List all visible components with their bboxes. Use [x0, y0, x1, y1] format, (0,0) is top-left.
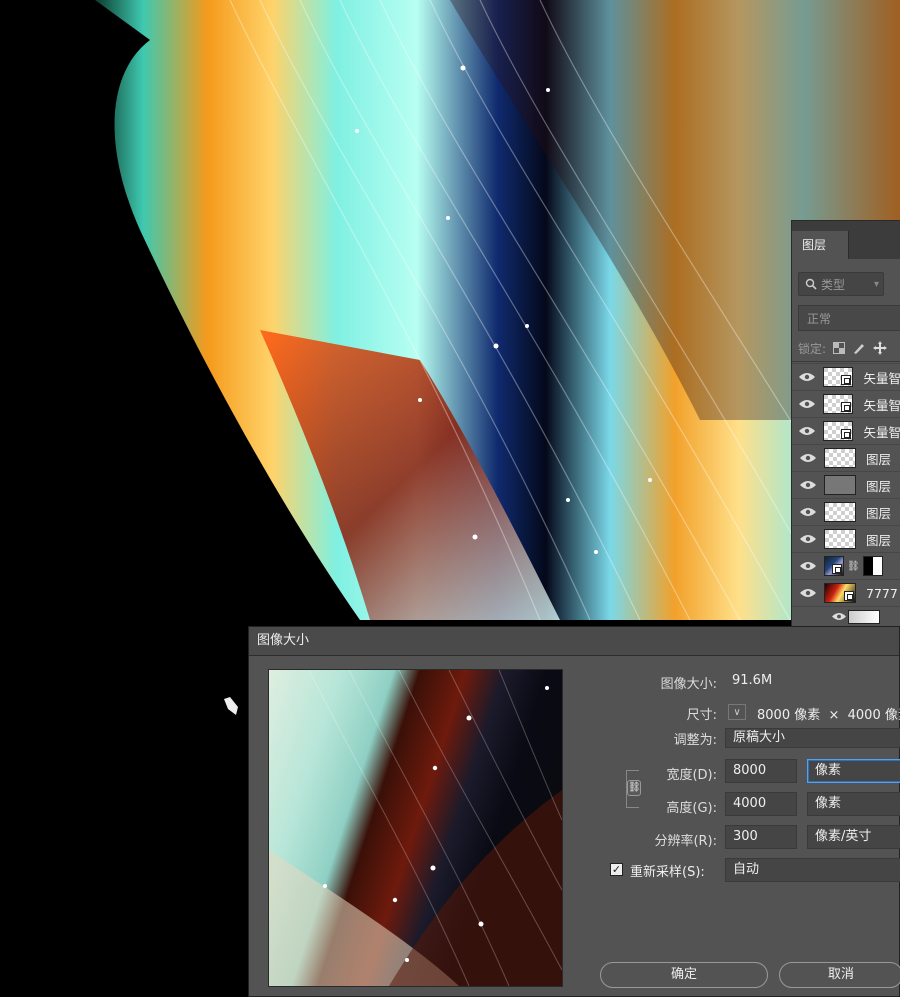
layer-name: 矢量智	[863, 397, 900, 413]
dimensions-value: 8000 像素 × 4000 像素	[757, 708, 900, 723]
resample-label: 重新采样(S):	[630, 865, 705, 880]
image-size-label: 图像大小:	[660, 677, 717, 692]
eye-icon[interactable]	[792, 561, 824, 571]
search-icon	[805, 278, 817, 290]
eye-icon[interactable]	[792, 534, 824, 544]
height-label: 高度(G):	[666, 801, 717, 816]
lock-label: 锁定:	[798, 341, 827, 356]
eye-icon[interactable]	[792, 588, 824, 598]
cancel-button[interactable]: 取消	[779, 962, 900, 988]
tab-layers[interactable]: 图层	[792, 231, 849, 259]
layer-row[interactable]: 7777	[792, 579, 900, 606]
resolution-label: 分辨率(R):	[654, 834, 717, 849]
layers-tab-bar: 图层	[792, 221, 900, 259]
image-preview[interactable]	[268, 669, 563, 987]
eye-icon[interactable]	[792, 372, 823, 382]
width-input[interactable]: 8000	[725, 759, 797, 783]
resolution-input[interactable]: 300	[725, 825, 797, 849]
layer-thumbnail	[822, 394, 854, 414]
width-unit-select[interactable]: 像素	[807, 759, 900, 783]
lock-pixels-icon[interactable]	[852, 341, 866, 355]
layer-thumbnail	[824, 556, 844, 576]
layer-name: 矢量智	[863, 370, 900, 386]
layer-thumbnail	[824, 475, 856, 495]
smart-object-icon	[841, 429, 852, 439]
layer-row[interactable]: 矢量智	[792, 363, 900, 390]
smart-object-icon	[841, 375, 852, 385]
layer-thumbnail	[822, 367, 854, 387]
resample-checkbox[interactable]: ✓	[610, 863, 623, 876]
layer-thumbnail	[824, 583, 856, 603]
height-input[interactable]: 4000	[725, 792, 797, 816]
layer-row[interactable]: 图层	[792, 444, 900, 471]
smart-object-icon	[832, 564, 842, 574]
chevron-down-icon: ▾	[873, 278, 879, 290]
filter-label: 类型	[821, 277, 846, 292]
layer-name: 矢量智	[863, 424, 900, 440]
layer-name: 图层	[866, 478, 892, 494]
layer-row[interactable]: ⛓	[792, 552, 900, 579]
lock-transparency-icon[interactable]	[833, 342, 846, 354]
resample-select[interactable]: 自动	[725, 858, 900, 882]
eye-icon[interactable]	[792, 480, 824, 490]
eye-icon[interactable]	[792, 507, 824, 517]
blend-mode-select[interactable]: 正常	[798, 305, 900, 331]
eye-icon[interactable]	[792, 426, 823, 436]
image-size-value: 91.6M	[732, 673, 773, 688]
layer-name: 图层	[866, 451, 892, 467]
layer-row[interactable]: 矢量智	[792, 390, 900, 417]
layers-panel: 图层 类型 ▾ 正常 锁定: 矢量智 矢量智 矢量智 图层 图层 图层 图层 ⛓…	[791, 220, 900, 641]
layer-name: 图层	[866, 532, 892, 548]
layer-name: 7777	[866, 585, 898, 601]
layer-thumbnail	[848, 609, 880, 624]
smart-object-icon	[844, 591, 854, 601]
layer-row[interactable]: 图层	[792, 498, 900, 525]
layer-filter-select[interactable]: 类型 ▾	[798, 272, 884, 296]
ok-button[interactable]: 确定	[600, 962, 768, 988]
eye-icon[interactable]	[830, 612, 848, 621]
canvas-fragment	[224, 697, 238, 715]
layer-thumbnail	[824, 448, 856, 468]
layer-thumbnail	[822, 421, 854, 441]
eye-icon[interactable]	[792, 453, 824, 463]
lock-row: 锁定:	[798, 336, 900, 360]
link-icon[interactable]: ⛓	[847, 561, 860, 572]
fit-to-label: 调整为:	[673, 733, 717, 748]
layer-thumbnail	[824, 529, 856, 549]
layer-row[interactable]: 图层	[792, 525, 900, 552]
eye-icon[interactable]	[792, 399, 823, 409]
lock-position-icon[interactable]	[873, 341, 888, 355]
image-size-dialog: 图像大小 图像大小: 91.6M 尺寸: ∨ 8000 像素 × 4000 像素…	[248, 626, 900, 997]
smart-object-icon	[841, 402, 852, 412]
layer-thumbnail	[824, 502, 856, 522]
layer-mask-thumbnail[interactable]	[862, 556, 883, 576]
dimensions-label: 尺寸:	[686, 708, 717, 723]
height-unit-select[interactable]: 像素	[807, 792, 900, 816]
layer-row[interactable]: 矢量智	[792, 417, 900, 444]
dimensions-dropdown-button[interactable]: ∨	[728, 704, 746, 720]
layer-name: 图层	[866, 505, 892, 521]
width-label: 宽度(D):	[666, 768, 717, 783]
resolution-unit-select[interactable]: 像素/英寸	[807, 825, 900, 849]
fit-to-select[interactable]: 原稿大小	[725, 728, 900, 748]
dialog-title: 图像大小	[249, 627, 899, 656]
layer-row[interactable]: 图层	[792, 471, 900, 498]
layer-row[interactable]	[792, 606, 900, 626]
